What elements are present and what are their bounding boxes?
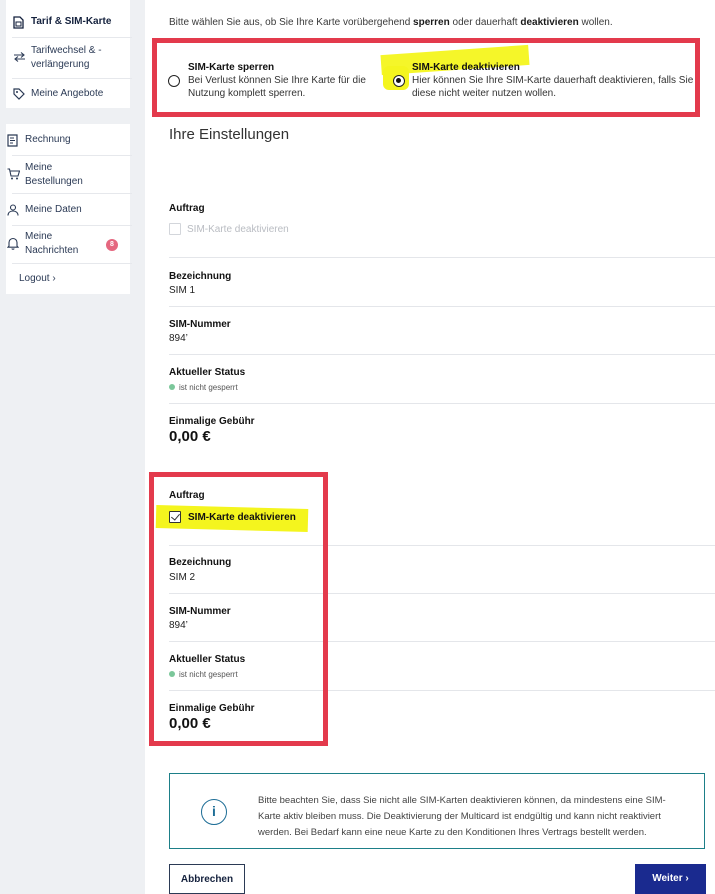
sidebar-item-daten[interactable]: Meine Daten bbox=[7, 203, 126, 217]
divider bbox=[12, 37, 132, 38]
main-content: Bitte wählen Sie aus, ob Sie Ihre Karte … bbox=[145, 0, 715, 894]
annotation-red-frame bbox=[152, 38, 700, 117]
sim-card-icon bbox=[13, 15, 31, 29]
divider bbox=[12, 193, 132, 194]
divider bbox=[169, 403, 715, 404]
tag-icon bbox=[13, 87, 31, 101]
sim-number-value: 894’ bbox=[169, 333, 188, 344]
status-value: ist nicht gesperrt bbox=[169, 381, 238, 393]
divider bbox=[12, 78, 132, 79]
sim-number-label: SIM-Nummer bbox=[169, 319, 231, 330]
logout-label: Logout bbox=[19, 273, 50, 284]
intro-bold-deactivate: deaktivieren bbox=[520, 17, 579, 28]
user-icon bbox=[7, 203, 25, 217]
sidebar-item-label: Tarif & SIM-Karte bbox=[31, 16, 112, 27]
sidebar-item-label: Meine Bestellungen bbox=[25, 162, 83, 187]
intro-part: oder dauerhaft bbox=[449, 17, 521, 28]
next-button[interactable]: Weiter › bbox=[635, 864, 706, 894]
divider bbox=[12, 155, 132, 156]
fee-label: Einmalige Gebühr bbox=[169, 416, 255, 427]
divider bbox=[12, 263, 132, 264]
deactivate-checkbox-sim1[interactable] bbox=[169, 223, 181, 235]
bell-icon bbox=[7, 236, 25, 250]
next-button-label: Weiter bbox=[652, 873, 683, 884]
deactivate-checkbox-label: SIM-Karte deaktivieren bbox=[187, 224, 289, 235]
info-text: Bitte beachten Sie, dass Sie nicht alle … bbox=[258, 795, 666, 838]
sidebar-item-label: Meine Daten bbox=[25, 204, 82, 215]
status-dot-icon bbox=[169, 384, 175, 391]
sidebar-item-label: Meine Nachrichten bbox=[25, 231, 79, 256]
intro-bold-lock: sperren bbox=[413, 17, 450, 28]
divider bbox=[169, 354, 715, 355]
intro-text: Bitte wählen Sie aus, ob Sie Ihre Karte … bbox=[169, 17, 613, 28]
divider bbox=[169, 257, 715, 258]
order-label: Auftrag bbox=[169, 203, 205, 214]
cart-icon bbox=[7, 167, 25, 181]
sidebar-item-angebote[interactable]: Meine Angebote bbox=[13, 87, 132, 101]
annotation-red-frame bbox=[149, 472, 328, 746]
sidebar-card-contract: Tarif & SIM-Karte Tarifwechsel & - verlä… bbox=[6, 0, 132, 108]
sidebar-item-tarifwechsel[interactable]: Tarifwechsel & - verlängerung bbox=[13, 44, 132, 72]
sidebar-item-label: Tarifwechsel & - verlängerung bbox=[31, 45, 102, 70]
status-text: ist nicht gesperrt bbox=[179, 383, 238, 392]
info-box: i Bitte beachten Sie, dass Sie nicht all… bbox=[169, 773, 705, 849]
chevron-right-icon: › bbox=[52, 273, 56, 284]
notification-badge: 8 bbox=[106, 239, 118, 251]
swap-arrows-icon bbox=[13, 50, 31, 64]
divider bbox=[12, 225, 132, 226]
status-label: Aktueller Status bbox=[169, 367, 246, 378]
logout-link[interactable]: Logout › bbox=[19, 273, 56, 284]
sidebar-item-tarif-sim[interactable]: Tarif & SIM-Karte bbox=[13, 15, 132, 29]
info-icon: i bbox=[201, 799, 227, 825]
sidebar-item-bestellungen[interactable]: Meine Bestellungen bbox=[7, 161, 126, 189]
name-value: SIM 1 bbox=[169, 285, 196, 296]
intro-part: wollen. bbox=[578, 17, 613, 28]
intro-part: Bitte wählen Sie aus, ob Sie Ihre Karte … bbox=[169, 17, 414, 28]
cancel-button[interactable]: Abbrechen bbox=[169, 864, 245, 894]
fee-value: 0,00 € bbox=[169, 428, 211, 445]
invoice-icon bbox=[7, 133, 25, 147]
sidebar-item-label: Meine Angebote bbox=[31, 88, 104, 99]
sidebar-item-label: Rechnung bbox=[25, 134, 71, 145]
settings-heading: Ihre Einstellungen bbox=[169, 126, 290, 143]
sidebar-item-rechnung[interactable]: Rechnung bbox=[7, 133, 126, 147]
divider bbox=[169, 306, 715, 307]
name-label: Bezeichnung bbox=[169, 271, 232, 282]
sidebar: Tarif & SIM-Karte Tarifwechsel & - verlä… bbox=[0, 0, 145, 894]
chevron-right-icon: › bbox=[685, 873, 689, 884]
